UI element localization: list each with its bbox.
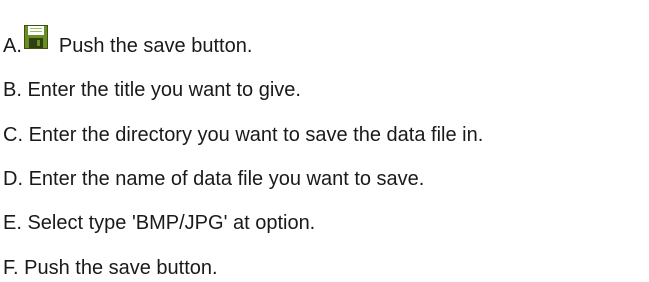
step-a-text: Push the save button. — [58, 35, 253, 57]
step-d: D. Enter the name of data file you want … — [3, 166, 424, 192]
step-b-text: Enter the title you want to give. — [27, 79, 301, 101]
floppy-disk-save-icon — [23, 25, 48, 49]
step-e-letter: E. — [3, 212, 22, 234]
step-a: A. Push the save button. — [3, 25, 253, 59]
step-c-letter: C. — [3, 124, 23, 146]
step-d-text: Enter the name of data file you want to … — [28, 168, 425, 190]
step-b: B. Enter the title you want to give. — [3, 77, 301, 103]
step-f-text: Push the save button. — [24, 257, 218, 279]
step-e: E. Select type 'BMP/JPG' at option. — [3, 210, 315, 236]
step-b-letter: B. — [3, 79, 22, 101]
step-e-text: Select type 'BMP/JPG' at option. — [27, 212, 316, 234]
step-c: C. Enter the directory you want to save … — [3, 122, 483, 148]
step-f: F. Push the save button. — [3, 255, 218, 281]
step-c-text: Enter the directory you want to save the… — [28, 124, 484, 146]
step-f-letter: F. — [3, 257, 19, 279]
step-a-letter: A. — [3, 35, 22, 57]
step-d-letter: D. — [3, 168, 23, 190]
